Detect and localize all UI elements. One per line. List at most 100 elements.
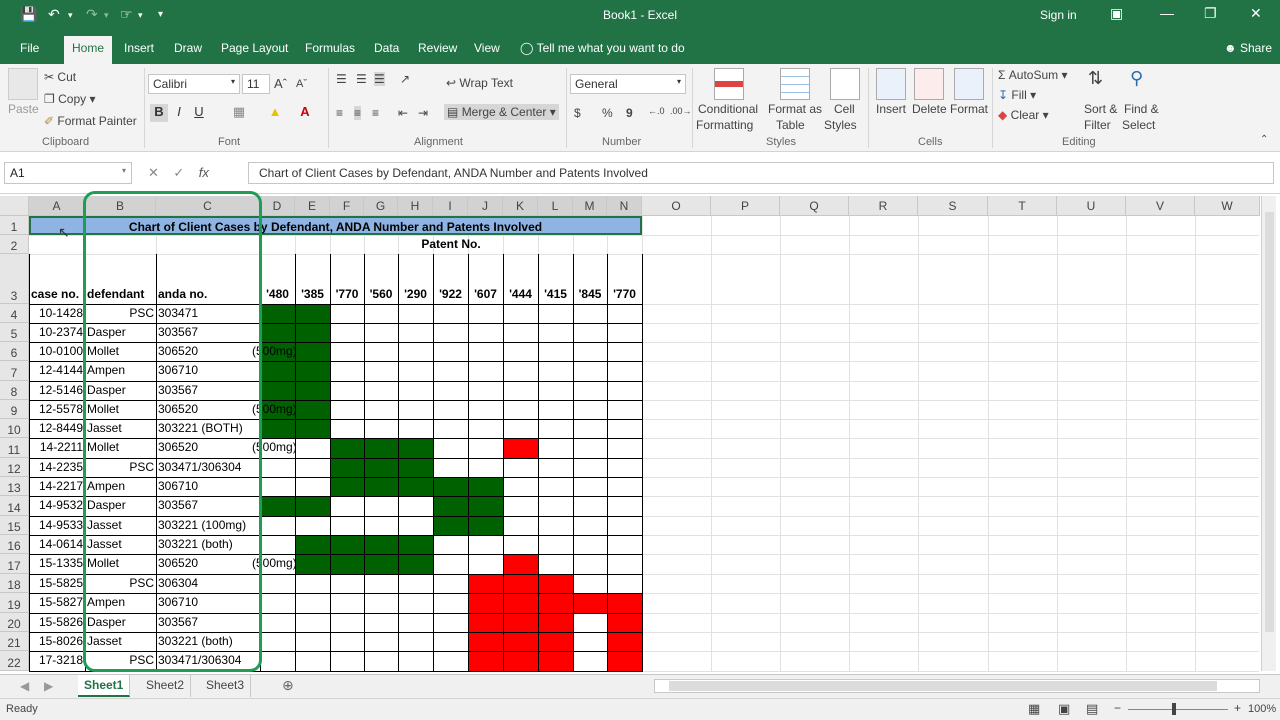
restore-icon[interactable]: ❐: [1204, 5, 1217, 22]
sheet-title-cell[interactable]: Chart of Client Cases by Defendant, ANDA…: [29, 216, 642, 235]
align-top-icon[interactable]: ☰: [336, 72, 347, 86]
copy-button[interactable]: ❐ Copy ▾: [44, 92, 95, 106]
page-layout-view-icon[interactable]: ▣: [1058, 701, 1070, 717]
column-header[interactable]: D: [260, 196, 295, 216]
select-all-corner[interactable]: [0, 196, 29, 216]
align-left-icon[interactable]: ≡: [336, 106, 343, 120]
case-no-cell[interactable]: 14-2235: [31, 460, 83, 474]
row-header[interactable]: 9: [0, 400, 29, 419]
format-as-table-button[interactable]: Format as: [768, 102, 822, 116]
row-header[interactable]: 8: [0, 381, 29, 400]
case-no-cell[interactable]: 12-5146: [31, 383, 83, 397]
conditional-formatting-icon[interactable]: [714, 68, 744, 100]
defendant-cell[interactable]: Jasset: [87, 421, 154, 435]
anda-no-cell[interactable]: 303471/306304: [158, 653, 278, 667]
column-header[interactable]: P: [711, 196, 780, 216]
anda-no-cell[interactable]: 306710: [158, 479, 278, 493]
tab-file[interactable]: File: [20, 41, 39, 55]
collapse-ribbon-icon[interactable]: ⌃: [1260, 134, 1268, 145]
sheet-tab-1[interactable]: Sheet1: [78, 675, 131, 697]
column-header[interactable]: F: [330, 196, 364, 216]
italic-button[interactable]: I: [170, 104, 188, 122]
case-no-cell[interactable]: 10-2374: [31, 325, 83, 339]
case-no-cell[interactable]: 17-3218: [31, 653, 83, 667]
column-header[interactable]: V: [1126, 196, 1195, 216]
currency-format-button[interactable]: $: [574, 106, 581, 120]
close-icon[interactable]: ✕: [1250, 5, 1262, 22]
format-cells-icon[interactable]: [954, 68, 984, 100]
row-header[interactable]: 18: [0, 574, 29, 593]
row-header[interactable]: 13: [0, 477, 29, 496]
case-no-cell[interactable]: 15-5825: [31, 576, 83, 590]
row-header[interactable]: 15: [0, 516, 29, 535]
tab-page-layout[interactable]: Page Layout: [221, 41, 288, 55]
row-header[interactable]: 3: [0, 254, 29, 304]
defendant-cell[interactable]: PSC: [87, 653, 154, 667]
insert-function-icon[interactable]: fx: [199, 165, 209, 180]
format-as-table-icon[interactable]: [780, 68, 810, 100]
defendant-cell[interactable]: PSC: [87, 306, 154, 320]
case-no-cell[interactable]: 14-9532: [31, 498, 83, 512]
underline-button[interactable]: U: [190, 104, 208, 122]
align-middle-icon[interactable]: ☰: [356, 72, 367, 86]
defendant-cell[interactable]: Jasset: [87, 634, 154, 648]
tab-data[interactable]: Data: [374, 41, 399, 55]
row-header[interactable]: 22: [0, 651, 29, 671]
case-no-cell[interactable]: 12-8449: [31, 421, 83, 435]
scroll-tabs-right-icon[interactable]: ▶: [44, 679, 53, 693]
row-header[interactable]: 1: [0, 216, 29, 235]
column-header[interactable]: R: [849, 196, 918, 216]
case-no-cell[interactable]: 10-0100: [31, 344, 83, 358]
anda-no-cell[interactable]: 303567: [158, 383, 278, 397]
case-no-cell[interactable]: 12-5578: [31, 402, 83, 416]
anda-no-cell[interactable]: 303471: [158, 306, 278, 320]
page-break-view-icon[interactable]: ▤: [1086, 701, 1098, 717]
search-icon[interactable]: ⚲: [1130, 68, 1143, 89]
number-format-select[interactable]: General ▾: [570, 74, 686, 94]
column-header[interactable]: I: [433, 196, 468, 216]
column-header[interactable]: O: [642, 196, 711, 216]
column-header[interactable]: B: [85, 196, 156, 216]
shrink-font-icon[interactable]: Aˇ: [296, 78, 307, 90]
sort-filter-icon[interactable]: ⇅: [1088, 68, 1103, 89]
defendant-cell[interactable]: Ampen: [87, 479, 154, 493]
font-name-select[interactable]: Calibri ▾: [148, 74, 240, 94]
tab-view[interactable]: View: [474, 41, 500, 55]
paste-button[interactable]: Paste: [8, 102, 39, 116]
column-header[interactable]: L: [538, 196, 573, 216]
decrease-decimal-icon[interactable]: .00→: [670, 106, 692, 116]
normal-view-icon[interactable]: ▦: [1028, 701, 1040, 717]
row-header[interactable]: 5: [0, 323, 29, 342]
vertical-scrollbar[interactable]: [1261, 196, 1276, 671]
column-header[interactable]: U: [1057, 196, 1126, 216]
conditional-formatting-button[interactable]: Conditional: [698, 102, 758, 116]
case-no-cell[interactable]: 14-2211: [31, 440, 83, 454]
orientation-icon[interactable]: ↗: [400, 72, 410, 86]
enter-icon[interactable]: ✓: [173, 165, 184, 180]
anda-no-cell[interactable]: 306710: [158, 363, 278, 377]
autosum-button[interactable]: Σ AutoSum ▾: [998, 68, 1067, 82]
zoom-level[interactable]: 100%: [1248, 703, 1276, 715]
row-header[interactable]: 17: [0, 554, 29, 574]
sort-filter-label2[interactable]: Filter: [1084, 118, 1111, 132]
new-sheet-icon[interactable]: ⊕: [282, 677, 294, 694]
wrap-text-button[interactable]: ↩ Wrap Text: [446, 76, 513, 90]
tab-formulas[interactable]: Formulas: [305, 41, 355, 55]
zoom-in-icon[interactable]: +: [1234, 701, 1241, 715]
increase-indent-icon[interactable]: ⇥: [418, 106, 428, 120]
sort-filter-button[interactable]: Sort &: [1084, 102, 1117, 116]
case-no-cell[interactable]: 14-2217: [31, 479, 83, 493]
defendant-cell[interactable]: Mollet: [87, 402, 154, 416]
horizontal-scroll-thumb[interactable]: [669, 681, 1217, 691]
anda-note-cell[interactable]: (500mg): [252, 402, 297, 416]
defendant-cell[interactable]: Mollet: [87, 556, 154, 570]
anda-no-cell[interactable]: 303221 (BOTH): [158, 421, 278, 435]
defendant-cell[interactable]: Dasper: [87, 325, 154, 339]
format-painter-button[interactable]: ✐ Format Painter: [44, 114, 137, 128]
cell-styles-button[interactable]: Cell: [834, 102, 855, 116]
sign-in-link[interactable]: Sign in: [1040, 8, 1077, 22]
defendant-cell[interactable]: Mollet: [87, 440, 154, 454]
cancel-icon[interactable]: ✕: [148, 165, 159, 180]
column-header[interactable]: J: [468, 196, 503, 216]
anda-no-cell[interactable]: 306710: [158, 595, 278, 609]
